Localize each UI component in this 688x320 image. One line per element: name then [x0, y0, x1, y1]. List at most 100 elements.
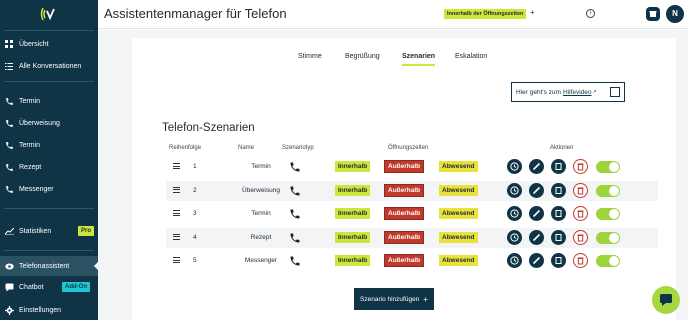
- chip-ausserhalb[interactable]: Außerhalb: [383, 207, 425, 220]
- row-name: Messenger: [244, 257, 278, 264]
- chat-widget-button[interactable]: [652, 286, 680, 314]
- sidebar-item-label: Einstellungen: [19, 306, 62, 314]
- sidebar-item-telefonassistent[interactable]: Telefonassistent: [0, 256, 98, 276]
- store-button[interactable]: [646, 7, 660, 21]
- edit-button[interactable]: [529, 229, 544, 245]
- table-row: 1 Termin Innerhalb Außerhalb Abwesend: [166, 157, 658, 177]
- schedule-button[interactable]: [507, 229, 522, 245]
- edit-button[interactable]: [529, 159, 544, 174]
- drag-handle-icon[interactable]: [173, 233, 180, 240]
- active-toggle[interactable]: [596, 184, 620, 197]
- plus-icon[interactable]: +: [530, 8, 535, 17]
- row-order: 2: [193, 186, 197, 194]
- chip-ausserhalb[interactable]: Außerhalb: [383, 254, 425, 267]
- schedule-button[interactable]: [507, 206, 522, 221]
- copy-icon: [555, 186, 562, 194]
- copy-button[interactable]: [551, 159, 566, 174]
- delete-button[interactable]: [573, 229, 588, 245]
- chip-abwesend[interactable]: Abwesend: [439, 184, 478, 196]
- sidebar-item-label: Rezept: [19, 163, 42, 171]
- edit-button[interactable]: [529, 182, 544, 198]
- active-toggle[interactable]: [596, 161, 620, 173]
- delete-button[interactable]: [573, 253, 588, 268]
- add-scenario-label: Szenario hinzufügen: [360, 295, 420, 303]
- chip-innerhalb[interactable]: Innerhalb: [335, 231, 371, 243]
- sidebar-item-uebersicht[interactable]: Übersicht: [0, 34, 98, 54]
- sidebar: Übersicht Alle Konversationen Termin Übe…: [0, 0, 98, 320]
- tab-stimme[interactable]: Stimme: [298, 53, 322, 64]
- sidebar-item-messenger[interactable]: Messenger: [0, 179, 98, 199]
- drag-handle-icon[interactable]: [173, 210, 180, 216]
- sidebar-item-termin-2[interactable]: Termin: [0, 135, 98, 155]
- chip-abwesend[interactable]: Abwesend: [439, 231, 478, 243]
- edit-button[interactable]: [529, 253, 544, 268]
- active-toggle[interactable]: [596, 255, 620, 267]
- sidebar-item-label: Übersicht: [19, 40, 49, 48]
- schedule-button[interactable]: [507, 253, 522, 268]
- tab-szenarien[interactable]: Szenarien: [402, 53, 436, 66]
- chip-innerhalb[interactable]: Innerhalb: [335, 255, 371, 266]
- edit-button[interactable]: [529, 206, 544, 221]
- header-actions: Aktionen: [550, 145, 574, 151]
- chip-innerhalb[interactable]: Innerhalb: [335, 184, 371, 196]
- chip-ausserhalb[interactable]: Außerhalb: [383, 160, 425, 173]
- schedule-button[interactable]: [507, 159, 522, 174]
- chip-abwesend[interactable]: Abwesend: [439, 208, 478, 219]
- sidebar-item-rezept[interactable]: Rezept: [0, 157, 98, 177]
- header-order: Reihenfolge: [169, 145, 202, 151]
- sidebar-divider: [4, 30, 94, 31]
- delete-button[interactable]: [573, 182, 588, 198]
- sidebar-item-ueberweisung[interactable]: Überweisung: [0, 113, 98, 133]
- active-toggle[interactable]: [596, 208, 620, 220]
- sidebar-item-label: Überweisung: [19, 119, 60, 127]
- clock-icon: [510, 209, 519, 218]
- chip-innerhalb[interactable]: Innerhalb: [335, 161, 371, 172]
- sidebar-item-einstellungen[interactable]: Einstellungen: [0, 300, 98, 320]
- sidebar-divider: [4, 208, 94, 209]
- sidebar-item-label: Termin: [19, 97, 41, 105]
- phone-icon: [4, 118, 14, 128]
- chip-ausserhalb[interactable]: Außerhalb: [383, 230, 425, 244]
- store-icon: [649, 11, 657, 17]
- delete-button[interactable]: [573, 206, 588, 221]
- copy-button[interactable]: [551, 229, 566, 245]
- table-row: 3 Termin Innerhalb Außerhalb Abwesend: [166, 204, 658, 224]
- drag-handle-icon[interactable]: [173, 163, 180, 169]
- info-icon[interactable]: i: [586, 9, 595, 18]
- help-prefix: Hier geht's zum: [516, 88, 561, 96]
- phone-icon: [4, 162, 14, 172]
- tab-eskalation[interactable]: Eskalation: [455, 53, 487, 64]
- pencil-icon: [532, 233, 541, 241]
- copy-button[interactable]: [551, 206, 566, 221]
- row-order: 3: [193, 210, 197, 217]
- sidebar-item-termin[interactable]: Termin: [0, 91, 98, 111]
- copy-button[interactable]: [551, 253, 566, 268]
- chip-innerhalb[interactable]: Innerhalb: [335, 208, 371, 219]
- chip-abwesend[interactable]: Abwesend: [439, 161, 478, 172]
- add-scenario-button[interactable]: Szenario hinzufügen +: [354, 288, 434, 310]
- tab-begruessung[interactable]: Begrüßung: [345, 53, 380, 64]
- chip-ausserhalb[interactable]: Außerhalb: [383, 183, 425, 197]
- content-panel: Stimme Begrüßung Szenarien Eskalation Hi…: [132, 38, 676, 320]
- sidebar-divider: [4, 250, 94, 251]
- header-type: Szenariotyp: [282, 145, 314, 151]
- trash-icon: [577, 234, 584, 241]
- help-video-link[interactable]: Hilfevideo: [563, 89, 592, 96]
- clock-icon: [510, 232, 519, 242]
- schedule-button[interactable]: [507, 182, 522, 198]
- hours-status-chip[interactable]: Innerhalb der Öffnungszeiten: [444, 9, 527, 19]
- sidebar-item-label: Termin: [19, 141, 41, 149]
- drag-handle-icon[interactable]: [173, 186, 180, 193]
- section-title: Telefon-Szenarien: [162, 122, 255, 134]
- help-video-box[interactable]: Hier geht's zum Hilfevideo ↗: [511, 82, 625, 102]
- chip-abwesend[interactable]: Abwesend: [439, 255, 478, 266]
- copy-button[interactable]: [551, 182, 566, 198]
- active-toggle[interactable]: [596, 231, 620, 244]
- avatar[interactable]: N: [666, 5, 684, 23]
- table-row: 5 Messenger Innerhalb Außerhalb Abwesend: [166, 251, 658, 271]
- phone-icon: [290, 233, 300, 242]
- drag-handle-icon[interactable]: [173, 257, 180, 263]
- sidebar-item-alle-konversationen[interactable]: Alle Konversationen: [0, 56, 98, 76]
- delete-button[interactable]: [573, 159, 588, 174]
- main-content: Stimme Begrüßung Szenarien Eskalation Hi…: [98, 30, 688, 320]
